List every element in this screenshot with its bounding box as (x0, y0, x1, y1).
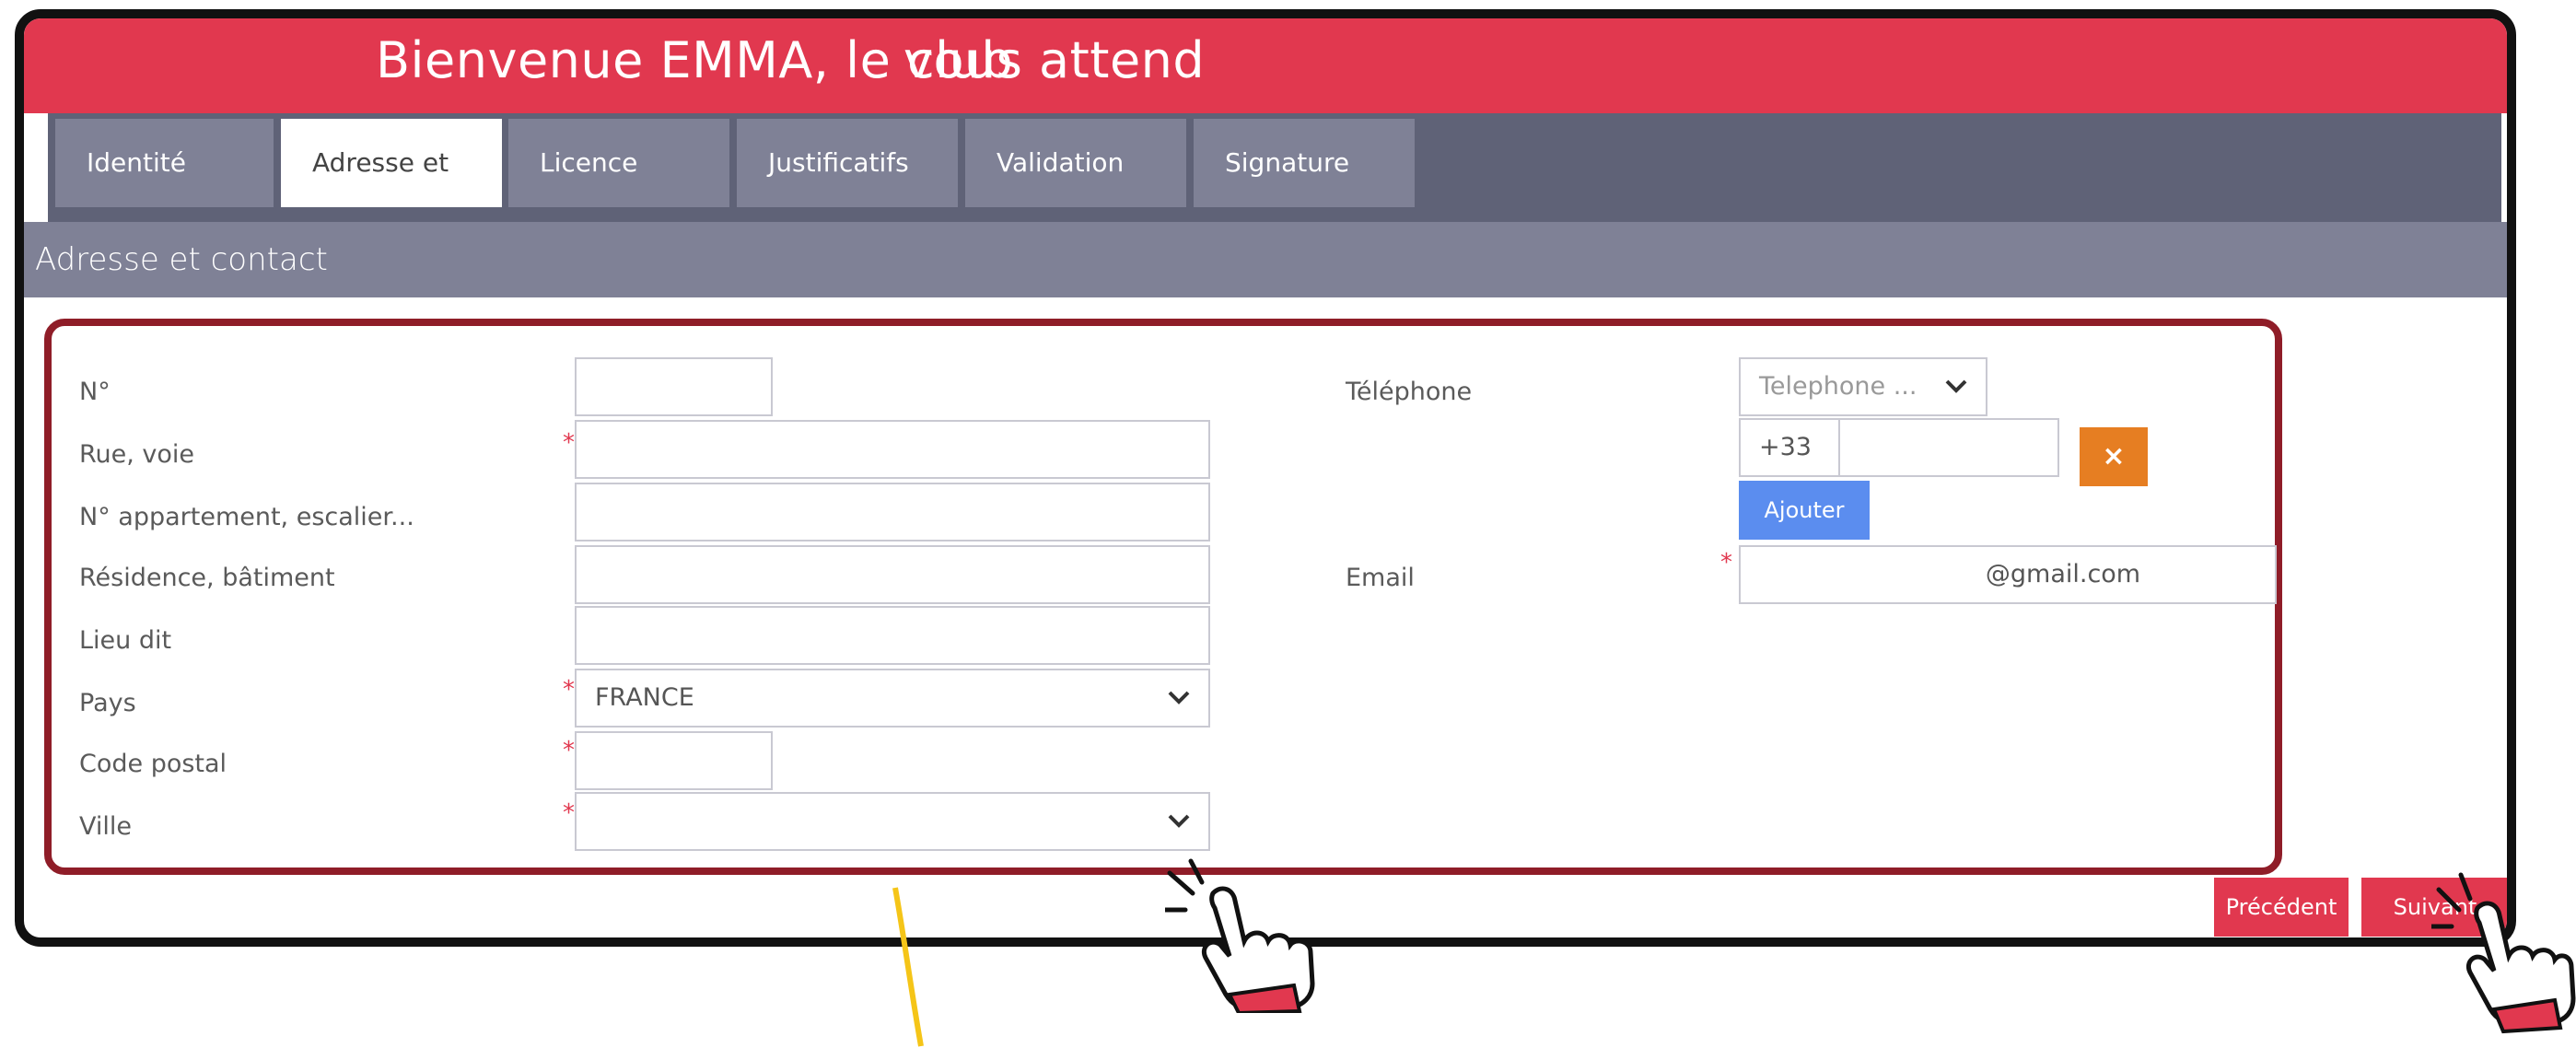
code-postal-input[interactable] (575, 731, 773, 790)
email-label: Email (1346, 564, 1415, 592)
lieu-dit-label: Lieu dit (79, 626, 172, 655)
close-icon: × (2102, 440, 2126, 472)
add-phone-button[interactable]: Ajouter (1739, 481, 1870, 540)
section-title: Adresse et contact (24, 222, 2507, 297)
pays-required-mark: * (563, 676, 575, 704)
telephone-type-select[interactable]: Telephone ... (1739, 357, 1987, 416)
residence-label: Résidence, bâtiment (79, 564, 335, 592)
app-window: Bienvenue EMMA, le club vous attend Iden… (15, 9, 2516, 947)
pays-select[interactable]: FRANCE (575, 669, 1210, 728)
numero-input[interactable] (575, 357, 773, 416)
lieu-dit-input[interactable] (575, 606, 1210, 665)
pays-label: Pays (79, 689, 136, 717)
welcome-header: Bienvenue EMMA, le club vous attend (24, 18, 2507, 113)
pays-selected-value: FRANCE (595, 683, 694, 712)
chevron-down-icon (1166, 670, 1192, 746)
ville-required-mark: * (563, 799, 575, 827)
code-postal-label: Code postal (79, 750, 227, 778)
tab-adresse-contact[interactable]: Adresse et contact (281, 119, 502, 266)
numero-label: N° (79, 378, 111, 406)
ville-label: Ville (79, 812, 132, 841)
residence-input[interactable] (575, 545, 1210, 604)
chevron-down-icon (1166, 794, 1192, 869)
previous-button[interactable]: Précédent (2214, 878, 2349, 937)
phone-number-input[interactable] (1838, 418, 2059, 477)
tab-licence[interactable]: Licence (508, 119, 729, 207)
rue-input[interactable] (575, 420, 1210, 479)
tab-signature[interactable]: Signature (1194, 119, 1415, 207)
code-postal-required-mark: * (563, 737, 575, 764)
rue-required-mark: * (563, 429, 575, 457)
country-code-field[interactable]: +33 (1739, 418, 1840, 477)
telephone-type-placeholder: Telephone ... (1759, 372, 1917, 401)
tab-justificatifs[interactable]: Justificatifs (737, 119, 958, 207)
email-input[interactable]: @gmail.com (1739, 545, 2277, 604)
address-contact-form: N° Rue, voie N° appartement, escalier...… (44, 319, 2282, 875)
rue-label: Rue, voie (79, 440, 195, 469)
tab-validation[interactable]: Validation (965, 119, 1186, 207)
appartement-input[interactable] (575, 483, 1210, 541)
appartement-label: N° appartement, escalier... (79, 503, 414, 531)
welcome-title-right: vous attend (903, 31, 1206, 89)
email-required-mark: * (1720, 549, 1732, 576)
remove-phone-button[interactable]: × (2080, 427, 2148, 486)
telephone-label: Téléphone (1346, 378, 1473, 406)
tab-identite[interactable]: Identité (55, 119, 274, 207)
next-button[interactable]: Suivant (2361, 878, 2507, 937)
step-tabs: Identité Adresse et contact Licence Just… (48, 113, 2501, 266)
ville-select[interactable] (575, 792, 1210, 851)
